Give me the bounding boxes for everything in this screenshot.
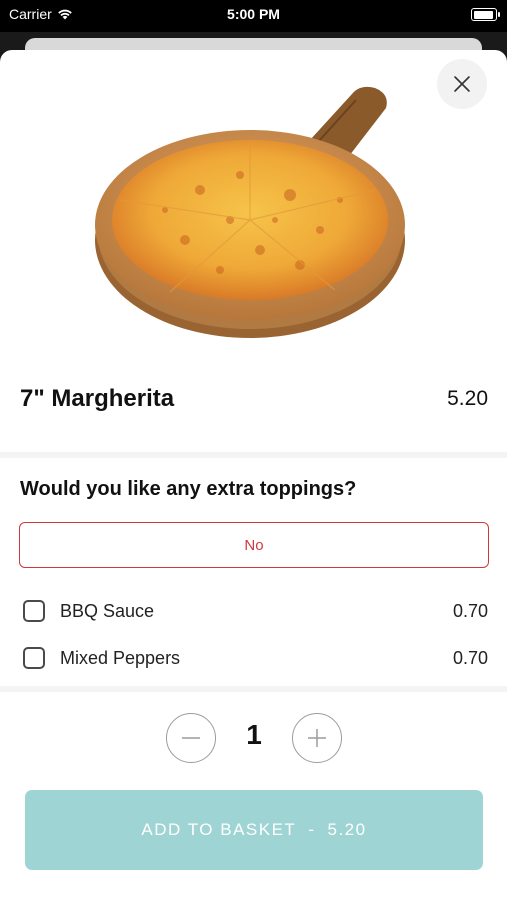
topping-price: 0.70 (452, 647, 488, 668)
topping-label: BBQ Sauce (60, 600, 155, 621)
topping-checkbox[interactable] (23, 600, 45, 622)
topping-option-bbq-sauce[interactable]: BBQ Sauce 0.70 (23, 596, 488, 626)
product-name: 7" Margherita (20, 385, 175, 412)
product-price: 5.20 (447, 387, 488, 410)
product-header: 7" Margherita 5.20 (20, 385, 488, 413)
topping-option-mixed-peppers[interactable]: Mixed Peppers 0.70 (23, 643, 488, 673)
topping-label: Mixed Peppers (60, 647, 181, 668)
decrease-quantity-button[interactable] (166, 713, 216, 763)
add-to-basket-separator: - (308, 820, 316, 839)
close-icon (454, 76, 470, 92)
topping-checkbox[interactable] (23, 647, 45, 669)
topping-price: 0.70 (452, 600, 488, 621)
pizza-image (95, 86, 405, 338)
section-divider (0, 452, 507, 458)
status-bar: Carrier 5:00 PM (0, 0, 507, 32)
quantity-stepper: 1 (0, 713, 507, 763)
product-sheet: 7" Margherita 5.20 Would you like any ex… (0, 50, 507, 900)
plus-icon (308, 729, 326, 747)
close-button[interactable] (437, 59, 487, 109)
increase-quantity-button[interactable] (292, 713, 342, 763)
add-to-basket-price: 5.20 (327, 820, 367, 839)
toppings-question: Would you like any extra toppings? (20, 478, 357, 500)
status-time: 5:00 PM (227, 6, 280, 22)
add-to-basket-label: ADD TO BASKET (141, 820, 297, 839)
quantity-value: 1 (246, 719, 262, 750)
add-to-basket-button[interactable]: ADD TO BASKET - 5.20 (25, 790, 483, 870)
minus-icon (182, 737, 200, 739)
no-toppings-button[interactable]: No (19, 522, 489, 568)
section-divider (0, 686, 507, 692)
battery-icon (471, 8, 500, 21)
